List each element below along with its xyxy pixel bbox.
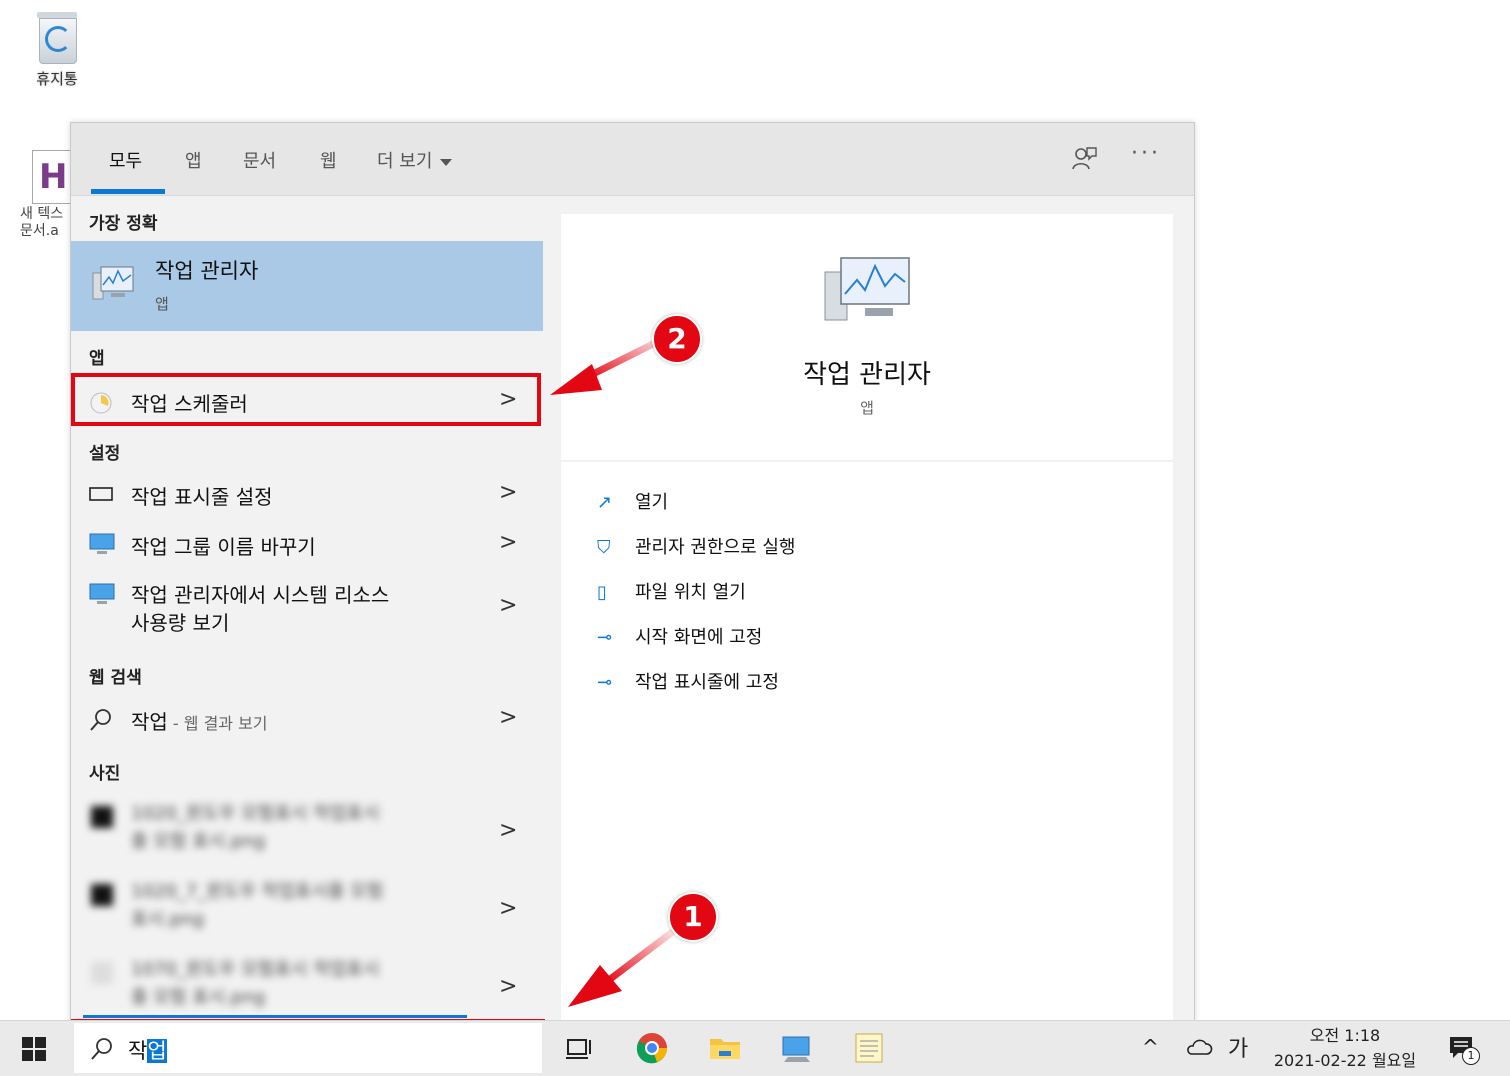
chevron-right-icon: > <box>499 530 518 555</box>
action-pin-to-taskbar-label: 작업 표시줄에 고정 <box>635 672 779 693</box>
photo-result-item[interactable]: 1020_윈도우 모험표시 작업표시 줄 모험 표시.png > <box>71 794 543 870</box>
chevron-right-icon: > <box>499 896 518 921</box>
image-file-icon <box>91 884 113 906</box>
chevron-right-icon: > <box>499 480 518 505</box>
photo-result-line2: 줄 모험 표시.png <box>131 987 266 1008</box>
photo-result-item[interactable]: 1020_7_윈도우 작업표시줄 모험 표시.png > <box>71 872 543 948</box>
section-settings: 설정 <box>89 444 121 464</box>
setting-taskbar-label: 작업 표시줄 설정 <box>131 485 273 509</box>
action-open[interactable]: ↗ 열기 <box>597 488 668 514</box>
action-open-label: 열기 <box>635 492 669 513</box>
caret-down-icon <box>440 158 453 166</box>
clock-time: 오전 1:18 <box>1309 1026 1381 1045</box>
section-web-search: 웹 검색 <box>89 668 142 688</box>
feedback-icon[interactable] <box>1071 145 1097 171</box>
file-explorer-icon[interactable] <box>708 1031 742 1065</box>
photo-result-line1: 1020_윈도우 모험표시 작업표시 <box>131 803 380 824</box>
photo-result-line1: 1020_7_윈도우 작업표시줄 모험 <box>131 881 384 902</box>
recycle-bin-shortcut[interactable]: 휴지통 <box>22 10 92 89</box>
search-panel: 모두 앱 문서 웹 더 보기 ··· 가장 정확 작업 관리자 앱 앱 작업 스… <box>70 122 1195 1022</box>
monitor-icon <box>89 583 115 604</box>
notification-center-icon[interactable]: 1 <box>1448 1035 1480 1065</box>
onedrive-cloud-icon[interactable] <box>1185 1037 1213 1057</box>
search-query-text: 작 <box>128 1039 148 1063</box>
web-search-item[interactable]: 작업 - 웹 결과 보기 > <box>71 696 543 742</box>
search-query-composing: 업 <box>147 1039 167 1063</box>
clock-date: 2021-02-22 월요일 <box>1273 1051 1417 1070</box>
chevron-right-icon: > <box>499 974 518 999</box>
best-match-item[interactable]: 작업 관리자 앱 <box>71 241 543 331</box>
search-icon <box>90 709 111 731</box>
shield-icon: ⛉ <box>597 537 611 558</box>
chevron-right-icon: > <box>499 593 518 618</box>
search-tabs: 모두 앱 문서 웹 더 보기 ··· <box>71 123 1194 196</box>
results-list: 가장 정확 작업 관리자 앱 앱 작업 스케줄러 > 설정 작업 표시줄 설정 … <box>71 196 543 1021</box>
task-manager-icon <box>92 266 134 300</box>
taskbar-search-input[interactable]: 작업 <box>74 1023 542 1073</box>
photo-result-item[interactable]: 1070_윈도우 모험표시 작업표시 줄 모험 표시.png > <box>71 950 543 1020</box>
clock[interactable]: 오전 1:18 2021-02-22 월요일 <box>1262 1023 1428 1073</box>
setting-resource-usage[interactable]: 작업 관리자에서 시스템 리소스 사용량 보기 > <box>71 571 543 643</box>
setting-rename-group[interactable]: 작업 그룹 이름 바꾸기 > <box>71 521 543 567</box>
setting-rename-group-label: 작업 그룹 이름 바꾸기 <box>131 535 316 559</box>
taskbar-settings-icon <box>89 487 113 501</box>
action-pin-to-start-label: 시작 화면에 고정 <box>635 627 763 648</box>
step-badge-1: 1 <box>668 892 718 942</box>
recycle-bin-label: 휴지통 <box>36 70 78 88</box>
highlight-task-scheduler <box>71 373 541 426</box>
best-match-title: 작업 관리자 <box>155 259 259 283</box>
notepad-app-icon[interactable] <box>852 1031 886 1065</box>
tab-all[interactable]: 모두 <box>109 147 142 173</box>
setting-resource-usage-line1: 작업 관리자에서 시스템 리소스 <box>131 583 390 607</box>
ime-indicator[interactable]: 가 <box>1228 1031 1248 1063</box>
tab-more-label: 더 보기 <box>377 151 433 172</box>
results-scroll-indicator <box>83 1015 467 1018</box>
remote-desktop-icon[interactable] <box>780 1031 814 1065</box>
windows-start-icon[interactable] <box>22 1037 46 1061</box>
photo-result-line2: 줄 모험 표시.png <box>131 831 266 852</box>
action-run-as-admin[interactable]: ⛉ 관리자 권한으로 실행 <box>597 533 795 559</box>
tab-more[interactable]: 더 보기 <box>377 147 453 173</box>
setting-taskbar-settings[interactable]: 작업 표시줄 설정 > <box>71 471 543 517</box>
section-apps: 앱 <box>89 349 105 369</box>
section-best-match: 가장 정확 <box>89 214 158 234</box>
task-manager-icon <box>824 257 910 321</box>
chrome-icon[interactable] <box>635 1031 669 1065</box>
hwp-file-icon: H <box>32 150 74 204</box>
monitor-icon <box>89 533 115 554</box>
section-photos: 사진 <box>89 764 121 784</box>
active-tab-indicator <box>91 189 165 194</box>
pin-icon: ⊸ <box>597 672 613 693</box>
tab-web[interactable]: 웹 <box>320 147 337 173</box>
action-run-as-admin-label: 관리자 권한으로 실행 <box>635 537 796 558</box>
tab-apps[interactable]: 앱 <box>185 147 202 173</box>
chevron-right-icon: > <box>499 818 518 843</box>
action-pin-to-taskbar[interactable]: ⊸ 작업 표시줄에 고정 <box>597 668 779 694</box>
folder-icon: ▯ <box>597 582 607 603</box>
step-badge-2: 2 <box>652 314 702 364</box>
image-file-icon <box>91 806 113 828</box>
tab-documents[interactable]: 문서 <box>243 147 276 173</box>
setting-resource-usage-line2: 사용량 보기 <box>131 611 230 635</box>
best-match-subtitle: 앱 <box>155 295 169 313</box>
more-options-button[interactable]: ··· <box>1131 141 1161 166</box>
web-search-suffix: - 웹 결과 보기 <box>167 714 268 733</box>
web-search-query: 작업 <box>131 710 168 734</box>
action-open-file-location-label: 파일 위치 열기 <box>635 582 746 603</box>
task-view-icon[interactable] <box>562 1031 596 1065</box>
photo-result-line2: 표시.png <box>131 909 205 930</box>
action-open-file-location[interactable]: ▯ 파일 위치 열기 <box>597 578 746 604</box>
taskbar: 작업 ^ 가 오전 1:18 2021-02-22 월요일 1 <box>0 1020 1510 1076</box>
pin-icon: ⊸ <box>597 627 613 648</box>
notification-count-badge: 1 <box>1462 1047 1480 1065</box>
search-icon <box>91 1038 112 1060</box>
image-file-icon <box>91 962 113 984</box>
action-pin-to-start[interactable]: ⊸ 시작 화면에 고정 <box>597 623 762 649</box>
show-hidden-icons-chevron-icon[interactable]: ^ <box>1142 1035 1159 1059</box>
photo-result-line1: 1070_윈도우 모험표시 작업표시 <box>131 959 380 980</box>
recycle-bin-icon <box>35 10 79 64</box>
open-icon: ↗ <box>597 492 613 513</box>
chevron-right-icon: > <box>499 705 518 730</box>
